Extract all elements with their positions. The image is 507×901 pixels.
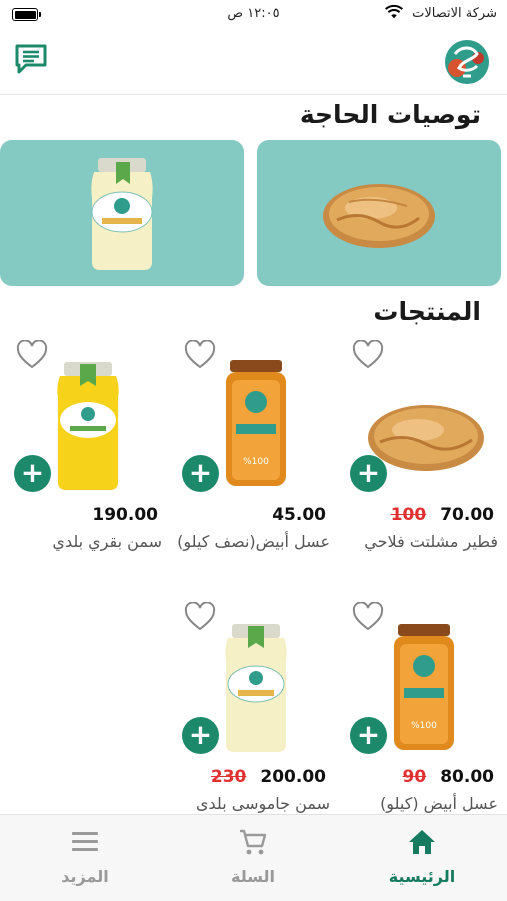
price: 200.00 — [260, 767, 326, 787]
price: 70.00 — [440, 505, 494, 525]
product-name: سمن جاموسى بلدى — [195, 794, 330, 813]
nav-cart-label: السلة — [230, 867, 275, 886]
old-price: 100 — [390, 505, 427, 525]
battery-icon — [12, 8, 41, 21]
nav-home[interactable]: الرئيسية — [362, 827, 482, 886]
product-card[interactable]: + 100 70.00 فطير مشلتت فلاحي — [338, 332, 506, 602]
price: 80.00 — [440, 767, 494, 787]
svg-text:%100: %100 — [411, 721, 437, 731]
price: 190.00 — [92, 505, 158, 525]
home-icon — [409, 830, 435, 854]
bottom-navigation: الرئيسية السلة المزيد — [0, 814, 507, 901]
price: 45.00 — [272, 505, 326, 525]
product-name: عسل أبيض (كيلو) — [380, 794, 498, 813]
product-name: فطير مشلتت فلاحي — [364, 532, 498, 551]
product-card[interactable]: %100 + 45.00 عسل أبيض(نصف كيلو) — [170, 332, 338, 602]
ghee-jar-image — [91, 158, 153, 270]
recommendation-card-pie[interactable] — [257, 140, 501, 286]
menu-icon — [72, 832, 98, 851]
add-to-cart-button[interactable]: + — [14, 455, 51, 492]
nav-home-label: الرئيسية — [388, 867, 456, 886]
app-bar — [0, 30, 507, 95]
pie-image — [323, 184, 435, 248]
nav-more-label: المزيد — [61, 867, 109, 886]
product-name: سمن بقري بلدي — [52, 532, 162, 551]
recommendation-card-ghee[interactable] — [0, 140, 244, 286]
nav-cart[interactable]: السلة — [193, 827, 313, 886]
old-price: 90 — [402, 767, 427, 787]
old-price: 230 — [210, 767, 247, 787]
chat-icon[interactable] — [14, 42, 48, 76]
nav-more[interactable]: المزيد — [25, 827, 145, 886]
clock: ١٢:٠٥ ص — [227, 6, 280, 21]
status-bar: شركة الاتصالات ١٢:٠٥ ص — [0, 0, 507, 28]
add-to-cart-button[interactable]: + — [350, 717, 387, 754]
add-to-cart-button[interactable]: + — [182, 717, 219, 754]
recommendations-title: توصيات الحاجة — [299, 100, 481, 129]
svg-text:%100: %100 — [243, 457, 269, 467]
product-card[interactable]: + 190.00 سمن بقري بلدي — [2, 332, 170, 602]
products-title: المنتجات — [373, 297, 481, 326]
product-name: عسل أبيض(نصف كيلو) — [177, 532, 330, 551]
add-to-cart-button[interactable]: + — [350, 455, 387, 492]
add-to-cart-button[interactable]: + — [182, 455, 219, 492]
brand-logo — [445, 40, 489, 84]
cart-icon — [240, 829, 267, 855]
